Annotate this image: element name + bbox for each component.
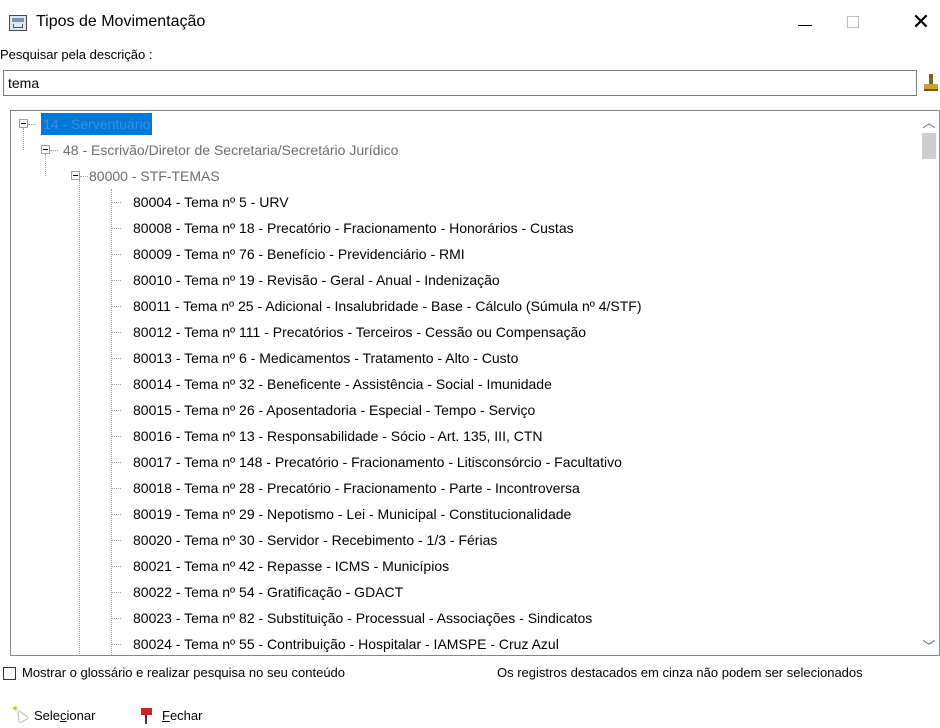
search-button[interactable] — [921, 72, 940, 96]
tree-leaf-label: 80020 - Tema nº 30 - Servidor - Recebime… — [133, 532, 498, 548]
collapse-level1-icon[interactable] — [41, 145, 50, 154]
tree-leaf-item[interactable]: 80009 - Tema nº 76 - Benefício - Previde… — [11, 241, 911, 267]
close-button[interactable]: Fechar — [138, 705, 202, 725]
tree-leaf-item[interactable]: 80018 - Tema nº 28 - Precatório - Fracio… — [11, 475, 911, 501]
scroll-up-button[interactable]: ︿ — [919, 111, 939, 131]
select-button[interactable]: ✶ Selecionar — [10, 705, 95, 725]
tree-node-label: 48 - Escrivão/Diretor de Secretaria/Secr… — [63, 142, 399, 158]
tree-leaf-label: 80014 - Tema nº 32 - Beneficente - Assis… — [133, 376, 552, 392]
tree-leaf-label: 80004 - Tema nº 5 - URV — [133, 194, 289, 210]
tree-leaf-item[interactable]: 80010 - Tema nº 19 - Revisão - Geral - A… — [11, 267, 911, 293]
info-text: Os registros destacados em cinza não pod… — [497, 665, 863, 680]
tree-leaf-label: 80021 - Tema nº 42 - Repasse - ICMS - Mu… — [133, 558, 450, 574]
tree-leaf-item[interactable]: 80019 - Tema nº 29 - Nepotismo - Lei - M… — [11, 501, 911, 527]
maximize-icon — [847, 16, 859, 28]
tree-node-label: 80000 - STF-TEMAS — [89, 168, 220, 184]
tree-leaf-label: 80013 - Tema nº 6 - Medicamentos - Trata… — [133, 350, 519, 366]
vertical-scrollbar[interactable]: ︿ ﹀ — [919, 111, 939, 655]
tree-view[interactable]: 14 - Serventuário 48 - Escrivão/Diretor … — [10, 110, 940, 656]
collapse-level2-icon[interactable] — [71, 171, 80, 180]
tree-leaf-label: 80009 - Tema nº 76 - Benefício - Previde… — [133, 246, 465, 262]
action-bar: ✶ Selecionar Fechar — [0, 700, 940, 728]
tree-leaf-item[interactable]: 80022 - Tema nº 54 - Gratificação - GDAC… — [11, 579, 911, 605]
tree-leaf-label: 80018 - Tema nº 28 - Precatório - Fracio… — [133, 480, 580, 496]
close-icon: ✕ — [911, 9, 931, 34]
tree-leaf-label: 80022 - Tema nº 54 - Gratificação - GDAC… — [133, 584, 404, 600]
tree-node-level2[interactable]: 80000 - STF-TEMAS — [11, 163, 911, 189]
title-bar: Tipos de Movimentação ✕ — [0, 0, 940, 44]
tree-leaf-label: 80019 - Tema nº 29 - Nepotismo - Lei - M… — [133, 506, 572, 522]
tree-leaf-label: 80017 - Tema nº 148 - Precatório - Fraci… — [133, 454, 622, 470]
tree-node-level1[interactable]: 48 - Escrivão/Diretor de Secretaria/Secr… — [11, 137, 911, 163]
tree-leaf-label: 80008 - Tema nº 18 - Precatório - Fracio… — [133, 220, 574, 236]
tree-leaf-item[interactable]: 80024 - Tema nº 55 - Contribuição - Hosp… — [11, 631, 911, 655]
tree-leaf-item[interactable]: 80023 - Tema nº 82 - Substituição - Proc… — [11, 605, 911, 631]
tree-leaf-label: 80023 - Tema nº 82 - Substituição - Proc… — [133, 610, 593, 626]
glossary-checkbox-label[interactable]: Mostrar o glossário e realizar pesquisa … — [22, 665, 345, 680]
minimize-button[interactable] — [782, 0, 828, 44]
tree-leaf-item[interactable]: 80017 - Tema nº 148 - Precatório - Fraci… — [11, 449, 911, 475]
tree-leaf-item[interactable]: 80014 - Tema nº 32 - Beneficente - Assis… — [11, 371, 911, 397]
tree-leaf-item[interactable]: 80013 - Tema nº 6 - Medicamentos - Trata… — [11, 345, 911, 371]
tree-node-root[interactable]: 14 - Serventuário — [11, 111, 911, 137]
tree-leaf-item[interactable]: 80020 - Tema nº 30 - Servidor - Recebime… — [11, 527, 911, 553]
tree-leaf-item[interactable]: 80012 - Tema nº 111 - Precatórios - Terc… — [11, 319, 911, 345]
glossary-checkbox[interactable] — [3, 667, 16, 680]
tree-leaf-label: 80012 - Tema nº 111 - Precatórios - Terc… — [133, 324, 587, 340]
tree-leaf-item[interactable]: 80008 - Tema nº 18 - Precatório - Fracio… — [11, 215, 911, 241]
tipos-movimentacao-window: Tipos de Movimentação ✕ Pesquisar pela d… — [0, 0, 940, 728]
tree-leaf-item[interactable]: 80021 - Tema nº 42 - Repasse - ICMS - Mu… — [11, 553, 911, 579]
search-input[interactable] — [3, 70, 917, 96]
tree-leaf-item[interactable]: 80011 - Tema nº 25 - Adicional - Insalub… — [11, 293, 911, 319]
minimize-icon — [798, 24, 812, 26]
close-window-button[interactable]: ✕ — [898, 0, 940, 44]
collapse-root-icon[interactable] — [19, 119, 28, 128]
scroll-thumb[interactable] — [922, 133, 936, 159]
chevron-up-icon: ︿ — [922, 114, 936, 130]
scroll-down-button[interactable]: ﹀ — [919, 635, 939, 655]
tree-leaf-label: 80016 - Tema nº 13 - Responsabilidade - … — [133, 428, 543, 444]
tree-leaf-label: 80024 - Tema nº 55 - Contribuição - Hosp… — [133, 636, 559, 652]
search-label: Pesquisar pela descrição : — [0, 47, 153, 62]
app-window-icon — [9, 15, 27, 31]
maximize-button[interactable] — [830, 0, 876, 44]
tree-leaf-label: 80015 - Tema nº 26 - Aposentadoria - Esp… — [133, 402, 536, 418]
cursor-select-icon: ✶ — [10, 705, 29, 724]
chevron-down-icon: ﹀ — [922, 638, 936, 654]
tree-content: 14 - Serventuário 48 - Escrivão/Diretor … — [11, 111, 919, 655]
tree-leaf-label: 80010 - Tema nº 19 - Revisão - Geral - A… — [133, 272, 500, 288]
close-button-label: Fechar — [162, 707, 203, 723]
tree-leaf-item[interactable]: 80004 - Tema nº 5 - URV — [11, 189, 911, 215]
tree-node-label: 14 - Serventuário — [41, 113, 153, 135]
tree-leaf-label: 80011 - Tema nº 25 - Adicional - Insalub… — [133, 298, 642, 314]
select-button-label: Selecionar — [34, 707, 96, 723]
flag-icon — [138, 706, 156, 724]
window-title: Tipos de Movimentação — [36, 13, 206, 30]
tree-leaf-item[interactable]: 80015 - Tema nº 26 - Aposentadoria - Esp… — [11, 397, 911, 423]
tree-leaf-item[interactable]: 80016 - Tema nº 13 - Responsabilidade - … — [11, 423, 911, 449]
